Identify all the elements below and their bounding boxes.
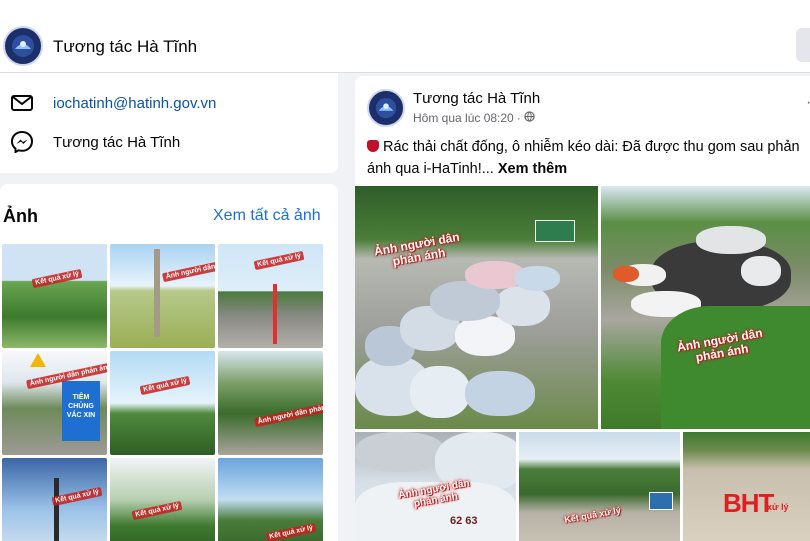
post-image-4[interactable]: Kết quả xử lý <box>519 432 680 541</box>
messenger-icon <box>10 130 34 154</box>
messenger-link[interactable]: Tương tác Hà Tĩnh <box>53 134 180 151</box>
post-timestamp[interactable]: Hôm qua lúc 08:20 <box>413 111 514 125</box>
photo-caption: Kết quả xử lý <box>253 250 305 271</box>
image-caption: Kết quả xử lý <box>563 505 622 525</box>
post-author-name[interactable]: Tương tác Hà Tĩnh <box>413 90 540 107</box>
post-image-2[interactable]: Ảnh người dân phản ánh <box>601 186 810 429</box>
post-image-3[interactable]: 62 63 Ảnh người dân phản ánh <box>355 432 516 541</box>
pin-icon <box>367 140 379 152</box>
header-action-button[interactable] <box>796 28 810 62</box>
photos-heading: Ảnh <box>3 206 38 226</box>
post-text: Rác thải chất đống, ô nhiễm kéo dài: Đã … <box>367 136 810 180</box>
photo-thumbnail[interactable]: Kết quả xử lý <box>2 244 107 348</box>
post-body: Rác thải chất đống, ô nhiễm kéo dài: Đã … <box>367 139 800 177</box>
photo-grid: Kết quả xử lý Ảnh người dân phản ánh Kết… <box>2 244 323 541</box>
photo-thumbnail[interactable]: Ảnh người dân phản ánh <box>110 244 215 348</box>
photo-thumbnail[interactable]: Kết quả xử lý <box>218 244 323 348</box>
page-avatar[interactable] <box>3 26 43 66</box>
photo-thumbnail[interactable]: TIÊM CHỦNG VẮC XIN Ảnh người dân phản án… <box>2 351 107 455</box>
photo-caption: Kết quả xử lý <box>51 486 103 507</box>
see-all-photos-link[interactable]: Xem tất cả ảnh <box>213 207 321 225</box>
email-row: iochatinh@hatinh.gov.vn <box>10 91 216 115</box>
photo-caption: Ảnh người dân phản ánh <box>162 254 215 283</box>
post-timestamp-row: Hôm qua lúc 08:20 · <box>413 111 535 125</box>
post-more-options-button[interactable]: ··· <box>806 94 810 112</box>
see-more-link[interactable]: Xem thêm <box>498 161 567 177</box>
photo-thumbnail[interactable]: Kết quả xử lý <box>2 458 107 541</box>
image-caption: Ảnh người dân phản ánh <box>372 229 461 269</box>
image-caption: xử lý <box>767 502 789 512</box>
photo-thumbnail[interactable]: Kết quả xử lý <box>110 458 215 541</box>
photo-thumbnail[interactable]: Ảnh người dân phản ánh <box>218 351 323 455</box>
bht-logo: BHT <box>723 488 774 518</box>
post-card: Tương tác Hà Tĩnh Hôm qua lúc 08:20 · ··… <box>355 76 810 541</box>
intro-card: iochatinh@hatinh.gov.vn Tương tác Hà Tĩn… <box>0 73 338 173</box>
photos-card: Ảnh Xem tất cả ảnh Kết quả xử lý Ảnh ngư… <box>0 184 338 541</box>
photo-caption: Ảnh người dân phản ánh <box>254 399 323 428</box>
photo-caption: Kết quả xử lý <box>265 522 317 541</box>
photo-thumbnail[interactable]: Kết quả xử lý <box>218 458 323 541</box>
page-title[interactable]: Tương tác Hà Tĩnh <box>53 37 197 57</box>
post-image-1[interactable]: Ảnh người dân phản ánh <box>355 186 598 429</box>
email-link[interactable]: iochatinh@hatinh.gov.vn <box>53 95 216 112</box>
mail-icon <box>10 91 34 115</box>
photo-caption: Kết quả xử lý <box>31 268 83 289</box>
messenger-row: Tương tác Hà Tĩnh <box>10 130 180 154</box>
photo-thumbnail[interactable]: Kết quả xử lý <box>110 351 215 455</box>
photo-caption: Kết quả xử lý <box>131 500 183 521</box>
bag-numbers: 62 63 <box>450 515 478 527</box>
vaccine-sign: TIÊM CHỦNG VẮC XIN <box>62 381 100 441</box>
post-author-avatar[interactable] <box>367 89 405 127</box>
photo-caption: Kết quả xử lý <box>139 375 191 396</box>
page-header: Tương tác Hà Tĩnh <box>0 0 810 73</box>
separator-dot: · <box>516 111 521 125</box>
post-image-5[interactable]: BHT xử lý <box>683 432 810 541</box>
globe-icon <box>524 111 535 125</box>
